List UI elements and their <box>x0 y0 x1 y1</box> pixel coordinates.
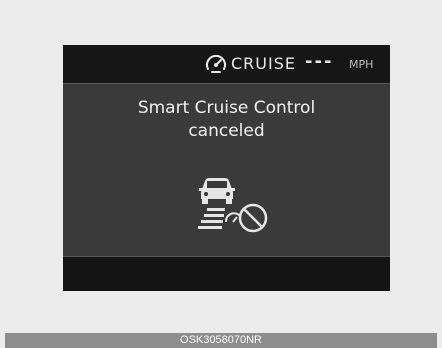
set-speed-value: --- <box>305 51 334 72</box>
image-caption-bar: OSK3058070NR <box>5 333 437 348</box>
cruise-gauge-icon <box>206 54 226 73</box>
bottom-bar <box>63 256 390 291</box>
message-line-2: canceled <box>188 121 265 141</box>
speed-unit: MPH <box>349 58 374 71</box>
cluster-display: CRUISE --- MPH Smart Cruise Control canc… <box>63 45 390 291</box>
message-line-1: Smart Cruise Control <box>137 98 316 118</box>
scc-canceled-icon <box>198 178 268 233</box>
cancel-message: Smart Cruise Control canceled <box>63 97 390 143</box>
cruise-status-bar: CRUISE --- MPH <box>63 45 390 84</box>
image-caption: OSK3058070NR <box>180 334 262 346</box>
cruise-label: CRUISE <box>231 54 296 73</box>
